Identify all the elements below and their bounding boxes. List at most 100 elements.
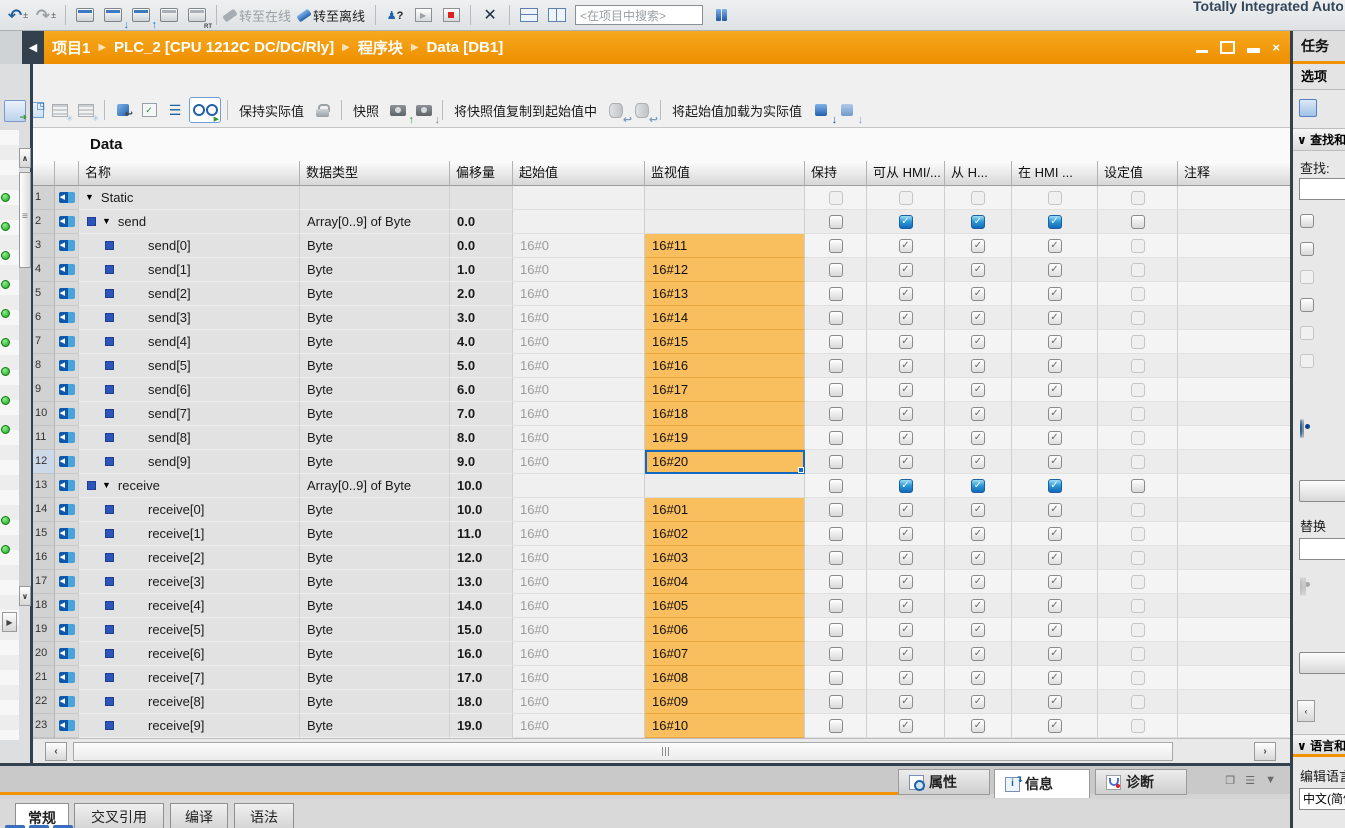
cell-startvalue[interactable]: 16#0 [513, 546, 645, 570]
cell-comment[interactable] [1178, 618, 1290, 642]
rail-scroll-down-button[interactable]: ∨ [19, 586, 31, 606]
cell-startvalue[interactable]: 16#0 [513, 450, 645, 474]
hmi-writable-checkbox[interactable]: ✓ [971, 719, 985, 733]
cell-datatype[interactable]: Byte [300, 546, 450, 570]
find-option-checkbox[interactable] [1300, 298, 1314, 312]
go-online-button[interactable]: 转至在线 [223, 3, 295, 27]
row-number[interactable]: 2 [33, 210, 55, 234]
cell-comment[interactable] [1178, 210, 1290, 234]
row-number[interactable]: 21 [33, 666, 55, 690]
hmi-accessible-checkbox[interactable]: ✓ [899, 623, 913, 637]
retain-checkbox[interactable] [829, 479, 843, 493]
retain-checkbox[interactable] [829, 671, 843, 685]
minimize-icon[interactable] [1196, 50, 1208, 53]
retain-checkbox[interactable] [829, 407, 843, 421]
cell-datatype[interactable]: Byte [300, 498, 450, 522]
cell-startvalue[interactable]: 16#0 [513, 594, 645, 618]
cell-startvalue[interactable]: 16#0 [513, 642, 645, 666]
retain-checkbox[interactable] [829, 575, 843, 589]
expand-arrow-icon[interactable]: ▼ [102, 210, 111, 233]
hmi-accessible-checkbox[interactable]: ✓ [899, 263, 913, 277]
hmi-accessible-checkbox[interactable]: ✓ [899, 215, 913, 229]
cell-comment[interactable] [1178, 474, 1290, 498]
column-header-setpoint[interactable]: 设定值 [1098, 161, 1178, 186]
cell-comment[interactable] [1178, 378, 1290, 402]
hmi-accessible-checkbox[interactable]: ✓ [899, 359, 913, 373]
cell-datatype[interactable]: Byte [300, 258, 450, 282]
hmi-writable-checkbox[interactable]: ✓ [971, 359, 985, 373]
hmi-accessible-checkbox[interactable]: ✓ [899, 719, 913, 733]
cell-comment[interactable] [1178, 546, 1290, 570]
hmi-visible-checkbox[interactable]: ✓ [1048, 695, 1062, 709]
cell-name[interactable]: receive[1] [79, 522, 300, 546]
cell-monitorvalue[interactable]: 16#07 [645, 642, 805, 666]
hmi-accessible-checkbox[interactable]: ✓ [899, 599, 913, 613]
cell-startvalue[interactable] [513, 474, 645, 498]
rail-expand-button[interactable]: ▶ [2, 612, 17, 632]
retain-checkbox[interactable] [829, 239, 843, 253]
cell-startvalue[interactable]: 16#0 [513, 378, 645, 402]
editing-language-select[interactable]: 中文(简体) [1299, 788, 1345, 810]
row-number[interactable]: 18 [33, 594, 55, 618]
cell-monitorvalue[interactable]: 16#16 [645, 354, 805, 378]
cell-datatype[interactable]: Byte [300, 714, 450, 738]
hmi-writable-checkbox[interactable]: ✓ [971, 287, 985, 301]
hmi-writable-checkbox[interactable]: ✓ [971, 671, 985, 685]
cell-comment[interactable] [1178, 522, 1290, 546]
snapshot-label[interactable]: 快照 [353, 101, 379, 120]
cell-monitorvalue[interactable] [645, 210, 805, 234]
accessible-devices-button[interactable]: ♟? [382, 3, 408, 27]
breadcrumb-item[interactable]: 项目1 [52, 37, 90, 58]
load-start-values-button[interactable]: 将起始值加载为实际值 [672, 101, 802, 120]
column-header-monitorvalue[interactable]: 监视值 [645, 161, 805, 186]
find-button[interactable] [1299, 480, 1345, 502]
cell-name[interactable]: send[2] [79, 282, 300, 306]
expand-arrow-icon[interactable]: ▼ [85, 186, 94, 209]
cell-datatype[interactable]: Byte [300, 330, 450, 354]
cell-comment[interactable] [1178, 690, 1290, 714]
retain-checkbox[interactable] [829, 503, 843, 517]
cell-startvalue[interactable] [513, 186, 645, 210]
cell-monitorvalue[interactable]: 16#12 [645, 258, 805, 282]
cell-name[interactable]: send[9] [79, 450, 300, 474]
panel-scroll-left-button[interactable]: ‹ [1297, 700, 1315, 722]
hmi-accessible-checkbox[interactable]: ✓ [899, 695, 913, 709]
retain-checkbox[interactable] [829, 455, 843, 469]
cell-name[interactable]: receive[0] [79, 498, 300, 522]
cell-datatype[interactable]: Byte [300, 402, 450, 426]
retain-checkbox[interactable] [829, 695, 843, 709]
find-option-checkbox[interactable] [1300, 242, 1314, 256]
go-offline-button[interactable]: 转至离线 [297, 3, 369, 27]
hmi-accessible-checkbox[interactable]: ✓ [899, 431, 913, 445]
column-header-comment[interactable]: 注释 [1178, 161, 1290, 186]
hmi-writable-checkbox[interactable]: ✓ [971, 383, 985, 397]
cell-comment[interactable] [1178, 330, 1290, 354]
cell-monitorvalue[interactable]: 16#20 [645, 450, 805, 474]
breadcrumb-item[interactable]: Data [DB1] [427, 39, 504, 56]
retain-checkbox[interactable] [829, 215, 843, 229]
cell-monitorvalue[interactable]: 16#18 [645, 402, 805, 426]
float-window-icon[interactable]: ❐ [1225, 774, 1235, 787]
cell-monitorvalue[interactable]: 16#04 [645, 570, 805, 594]
cell-comment[interactable] [1178, 450, 1290, 474]
cell-name[interactable]: send[4] [79, 330, 300, 354]
row-number[interactable]: 19 [33, 618, 55, 642]
cell-startvalue[interactable]: 16#0 [513, 714, 645, 738]
retain-checkbox[interactable] [829, 335, 843, 349]
cell-datatype[interactable]: Byte [300, 234, 450, 258]
retain-checkbox[interactable] [829, 647, 843, 661]
row-number[interactable]: 8 [33, 354, 55, 378]
keep-actual-values-button[interactable]: 保持实际值 [239, 101, 304, 120]
scroll-right-button[interactable]: › [1254, 742, 1276, 761]
hmi-visible-checkbox[interactable]: ✓ [1048, 359, 1062, 373]
cell-name[interactable]: receive[4] [79, 594, 300, 618]
row-number[interactable]: 16 [33, 546, 55, 570]
cell-monitorvalue[interactable]: 16#14 [645, 306, 805, 330]
cell-datatype[interactable]: Byte [300, 618, 450, 642]
hmi-visible-checkbox[interactable]: ✓ [1048, 479, 1062, 493]
retain-checkbox[interactable] [829, 311, 843, 325]
project-search-button[interactable] [708, 3, 734, 27]
hmi-writable-checkbox[interactable]: ✓ [971, 239, 985, 253]
row-number[interactable]: 15 [33, 522, 55, 546]
tab-diagnostics[interactable]: 诊断 [1095, 769, 1187, 795]
